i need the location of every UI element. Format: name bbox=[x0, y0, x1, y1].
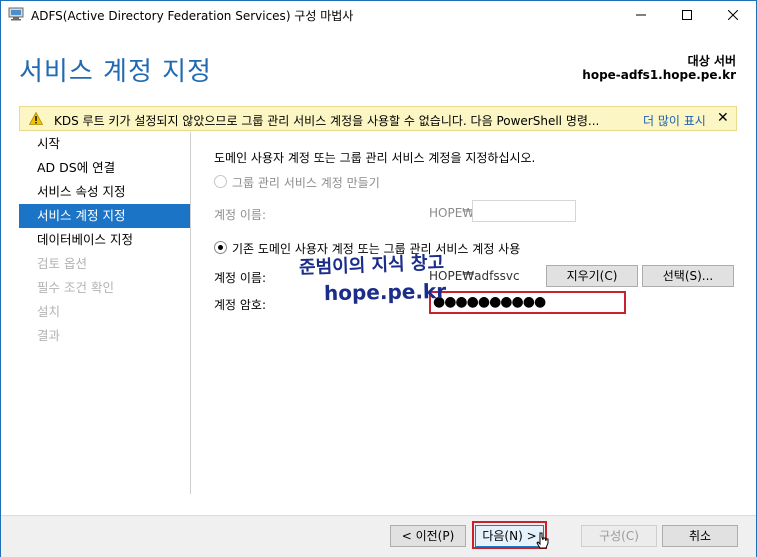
gmsa-radio[interactable] bbox=[214, 175, 227, 188]
instruction-text: 도메인 사용자 계정 또는 그룹 관리 서비스 계정을 지정하십시오. bbox=[214, 151, 536, 165]
password-label: 계정 암호: bbox=[214, 298, 267, 312]
clear-button[interactable]: 지우기(C) bbox=[546, 265, 638, 287]
target-server-label: 대상 서버 bbox=[687, 54, 736, 68]
close-icon bbox=[728, 10, 738, 20]
show-more-link[interactable]: 더 많이 표시 bbox=[643, 112, 706, 129]
nav-item-prerequisites: 필수 조건 확인 bbox=[37, 280, 114, 295]
gmsa-domain-prefix: HOPE₩ bbox=[429, 206, 475, 220]
nav-item-review-options: 검토 옵션 bbox=[37, 256, 87, 271]
nav-item-service-properties[interactable]: 서비스 속성 지정 bbox=[19, 180, 190, 204]
nav-item-install: 설치 bbox=[37, 304, 61, 319]
watermark-title: 준범이의 지식 창고 bbox=[298, 252, 445, 279]
warning-close-icon[interactable]: ✕ bbox=[717, 110, 729, 126]
next-button[interactable]: 다음(N) > bbox=[475, 525, 544, 547]
cancel-button[interactable]: 취소 bbox=[662, 525, 738, 547]
gmsa-account-input[interactable] bbox=[472, 200, 576, 222]
wizard-window: ADFS(Active Directory Federation Service… bbox=[0, 0, 757, 557]
warning-icon bbox=[29, 112, 43, 125]
minimize-icon bbox=[636, 14, 646, 16]
previous-button[interactable]: < 이전(P) bbox=[390, 525, 466, 547]
watermark-url: hope.pe.kr bbox=[323, 278, 447, 306]
password-value: ●●●●●●●●●● bbox=[433, 294, 546, 310]
page-title: 서비스 계정 지정 bbox=[19, 57, 212, 87]
nav-item-start[interactable]: 시작 bbox=[19, 132, 190, 156]
select-button[interactable]: 선택(S)... bbox=[642, 265, 734, 287]
adfs-app-icon bbox=[8, 7, 24, 21]
target-server-name: hope-adfs1.hope.pe.kr bbox=[582, 68, 736, 82]
title-bar: ADFS(Active Directory Federation Service… bbox=[1, 1, 756, 29]
existing-account-radio[interactable] bbox=[214, 241, 227, 254]
gmsa-account-label: 계정 이름: bbox=[214, 208, 267, 222]
warning-text: KDS 루트 키가 설정되지 않았으므로 그룹 관리 서비스 계정을 사용할 수… bbox=[54, 114, 600, 128]
wizard-nav: 시작 AD DS에 연결 서비스 속성 지정 서비스 계정 지정 데이터베이스 … bbox=[19, 132, 190, 492]
maximize-icon bbox=[682, 10, 692, 20]
existing-account-label: 계정 이름: bbox=[214, 271, 267, 285]
mouse-pointer-icon bbox=[536, 532, 549, 549]
maximize-button[interactable] bbox=[664, 1, 710, 29]
configure-button: 구성(C) bbox=[581, 525, 657, 547]
nav-item-database[interactable]: 데이터베이스 지정 bbox=[19, 228, 190, 252]
password-input[interactable]: ●●●●●●●●●● bbox=[429, 291, 626, 314]
warning-banner: KDS 루트 키가 설정되지 않았으므로 그룹 관리 서비스 계정을 사용할 수… bbox=[19, 106, 737, 131]
nav-item-service-account[interactable]: 서비스 계정 지정 bbox=[19, 204, 190, 228]
nav-divider bbox=[190, 132, 191, 494]
close-button[interactable] bbox=[710, 1, 756, 29]
nav-item-results: 결과 bbox=[37, 328, 61, 343]
window-title: ADFS(Active Directory Federation Service… bbox=[31, 9, 354, 23]
minimize-button[interactable] bbox=[618, 1, 664, 29]
nav-item-connect-adds[interactable]: AD DS에 연결 bbox=[19, 156, 190, 180]
gmsa-radio-label: 그룹 관리 서비스 계정 만들기 bbox=[232, 176, 380, 190]
